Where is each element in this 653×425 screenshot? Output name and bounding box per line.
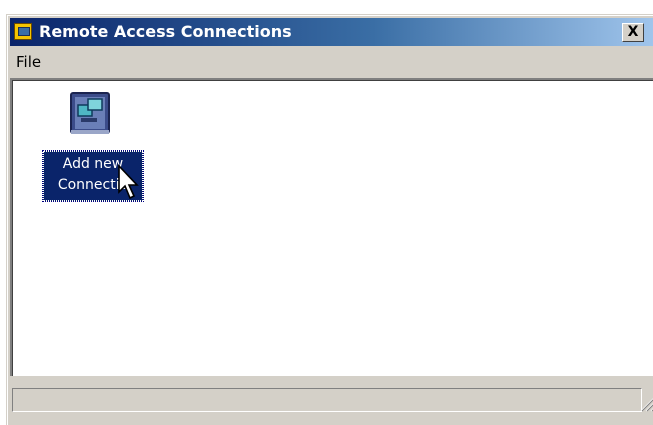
remote-access-window: Remote Access Connections X File Add new… [6,14,653,425]
connections-list-view[interactable]: Add new Connectio [10,78,653,376]
window-title: Remote Access Connections [39,22,292,41]
resize-grip-icon[interactable] [638,394,653,412]
mouse-pointer-icon [118,164,139,200]
status-panel [12,388,642,412]
menu-bar: File [10,48,653,76]
close-button[interactable]: X [622,23,644,42]
add-connection-icon [70,92,110,134]
status-bar [10,386,653,416]
menu-item-file[interactable]: File [16,52,41,72]
remote-access-app-icon [14,23,32,40]
title-bar[interactable]: Remote Access Connections X [10,18,653,46]
